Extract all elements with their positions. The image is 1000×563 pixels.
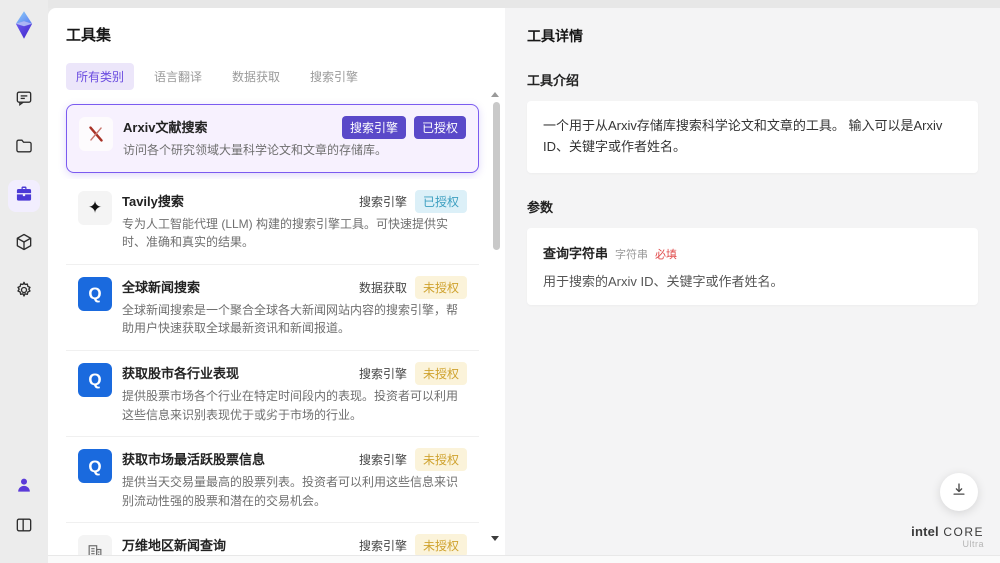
- tab-all-categories[interactable]: 所有类别: [66, 63, 135, 90]
- category-tag: 搜索引擎: [358, 194, 407, 209]
- category-tag: 搜索引擎: [358, 539, 407, 554]
- intel-core-logo: intel CORE Ultra: [911, 523, 984, 550]
- sidebar-item-chat[interactable]: [8, 84, 40, 116]
- chat-icon: [14, 88, 34, 113]
- ultra-logo-text: Ultra: [962, 539, 984, 550]
- tool-card-active-stocks[interactable]: Q 获取市场最活跃股票信息 提供当天交易量最高的股票列表。投资者可以利用这些信息…: [66, 437, 479, 524]
- sidebar: [0, 0, 48, 563]
- status-badge: 已授权: [414, 189, 467, 213]
- sidebar-item-packages[interactable]: [8, 228, 40, 260]
- tool-description: 专为人工智能代理 (LLM) 构建的搜索引擎工具。可快速提供实时、准确和真实的结…: [122, 216, 449, 250]
- tool-card-arxiv[interactable]: Arxiv文献搜索 访问各个研究领域大量科学论文和文章的存储库。 搜索引擎 已授…: [66, 104, 479, 173]
- param-type: 字符串: [615, 248, 649, 261]
- status-badge: 未授权: [414, 361, 467, 385]
- tool-description: 提供股票市场各个行业在特定时间段内的表现。投资者可以利用这些信息来识别表现优于或…: [122, 388, 459, 422]
- intro-heading: 工具介绍: [527, 73, 580, 88]
- app-logo-icon: [9, 10, 39, 40]
- stock-tool-logo-icon: Q: [78, 449, 112, 484]
- sidebar-item-settings[interactable]: [8, 276, 40, 308]
- tab-language-translation[interactable]: 语言翻译: [144, 63, 212, 90]
- tool-list-panel: 工具集 所有类别 语言翻译 数据获取 搜索引擎 Arxiv文献搜索 访问各个研究…: [48, 8, 505, 555]
- tool-description: 全球新闻搜索是一个聚合全球各大新闻网站内容的搜索引擎，帮助用户快速获取全球最新资…: [122, 302, 459, 336]
- folder-icon: [14, 136, 34, 161]
- window-top-strip: [48, 0, 1000, 8]
- scrollbar-up-arrow[interactable]: [491, 92, 499, 97]
- status-badge: 未授权: [414, 534, 467, 555]
- category-badge: 搜索引擎: [341, 116, 406, 139]
- page-title: 工具集: [66, 27, 112, 44]
- tool-card-regional-news[interactable]: 万维地区新闻查询 查询具体行政区划内的新闻，快速了解各地新闻动 搜索引擎 未授权: [66, 523, 479, 555]
- window-bottom-strip: [48, 555, 1000, 563]
- sidebar-item-panel-toggle[interactable]: [8, 511, 40, 543]
- app-window: 工具集 所有类别 语言翻译 数据获取 搜索引擎 Arxiv文献搜索 访问各个研究…: [0, 0, 1000, 563]
- tool-description: 访问各个研究领域大量科学论文和文章的存储库。: [123, 143, 388, 157]
- tavily-logo-icon: ✦: [78, 190, 112, 225]
- intro-box: 一个用于从Arxiv存储库搜索科学论文和文章的工具。 输入可以是Arxiv ID…: [527, 101, 978, 173]
- tool-card-sector-performance[interactable]: Q 获取股市各行业表现 提供股票市场各个行业在特定时间段内的表现。投资者可以利用…: [66, 350, 479, 438]
- core-logo-text: CORE: [943, 524, 984, 539]
- gear-icon: [14, 280, 34, 305]
- scrollbar-thumb[interactable]: [493, 102, 500, 250]
- toolbox-icon: [14, 184, 34, 209]
- download-button[interactable]: [940, 473, 978, 511]
- stock-tool-logo-icon: Q: [78, 362, 112, 397]
- param-box: 查询字符串 字符串 必填 用于搜索的Arxiv ID、关键字或作者姓名。: [527, 227, 978, 305]
- category-tag: 搜索引擎: [358, 453, 407, 468]
- download-icon: [950, 481, 968, 504]
- param-name: 查询字符串: [543, 245, 609, 261]
- news-search-logo-icon: Q: [78, 276, 112, 311]
- intro-text: 一个用于从Arxiv存储库搜索科学论文和文章的工具。 输入可以是Arxiv ID…: [543, 118, 943, 154]
- building-news-icon: [78, 535, 112, 555]
- arxiv-logo-icon: [79, 117, 113, 151]
- category-tag: 数据获取: [358, 280, 407, 295]
- cube-icon: [14, 232, 34, 257]
- param-description: 用于搜索的Arxiv ID、关键字或作者姓名。: [543, 273, 784, 289]
- tool-card-tavily[interactable]: ✦ Tavily搜索 专为人工智能代理 (LLM) 构建的搜索引擎工具。可快速提…: [66, 178, 479, 265]
- category-tabs: 所有类别 语言翻译 数据获取 搜索引擎: [66, 63, 487, 90]
- sidebar-item-tools[interactable]: [8, 180, 40, 212]
- intel-logo-text: intel: [911, 523, 939, 539]
- sidebar-item-account[interactable]: [8, 471, 40, 503]
- tab-data-acquisition[interactable]: 数据获取: [222, 63, 290, 90]
- user-icon: [14, 475, 34, 500]
- detail-title: 工具详情: [527, 28, 583, 44]
- sidebar-item-files[interactable]: [8, 132, 40, 164]
- tool-card-list: Arxiv文献搜索 访问各个研究领域大量科学论文和文章的存储库。 搜索引擎 已授…: [66, 104, 479, 555]
- params-heading: 参数: [527, 199, 554, 215]
- category-tag: 搜索引擎: [358, 366, 407, 381]
- scrollbar-down-arrow[interactable]: [491, 536, 499, 541]
- main-area: 工具集 所有类别 语言翻译 数据获取 搜索引擎 Arxiv文献搜索 访问各个研究…: [48, 0, 1000, 563]
- status-badge: 未授权: [414, 275, 467, 299]
- tool-card-global-news[interactable]: Q 全球新闻搜索 全球新闻搜索是一个聚合全球各大新闻网站内容的搜索引擎，帮助用户…: [66, 264, 479, 351]
- tool-description: 提供当天交易量最高的股票列表。投资者可以利用这些信息来识别流动性强的股票和潜在的…: [122, 475, 459, 508]
- tool-detail-panel: 工具详情 工具介绍 一个用于从Arxiv存储库搜索科学论文和文章的工具。 输入可…: [505, 8, 1000, 555]
- tab-search-engine[interactable]: 搜索引擎: [300, 63, 368, 90]
- param-required-badge: 必填: [655, 248, 678, 261]
- status-badge: 已授权: [413, 116, 466, 139]
- panel-toggle-icon: [14, 515, 34, 540]
- status-badge: 未授权: [414, 448, 467, 472]
